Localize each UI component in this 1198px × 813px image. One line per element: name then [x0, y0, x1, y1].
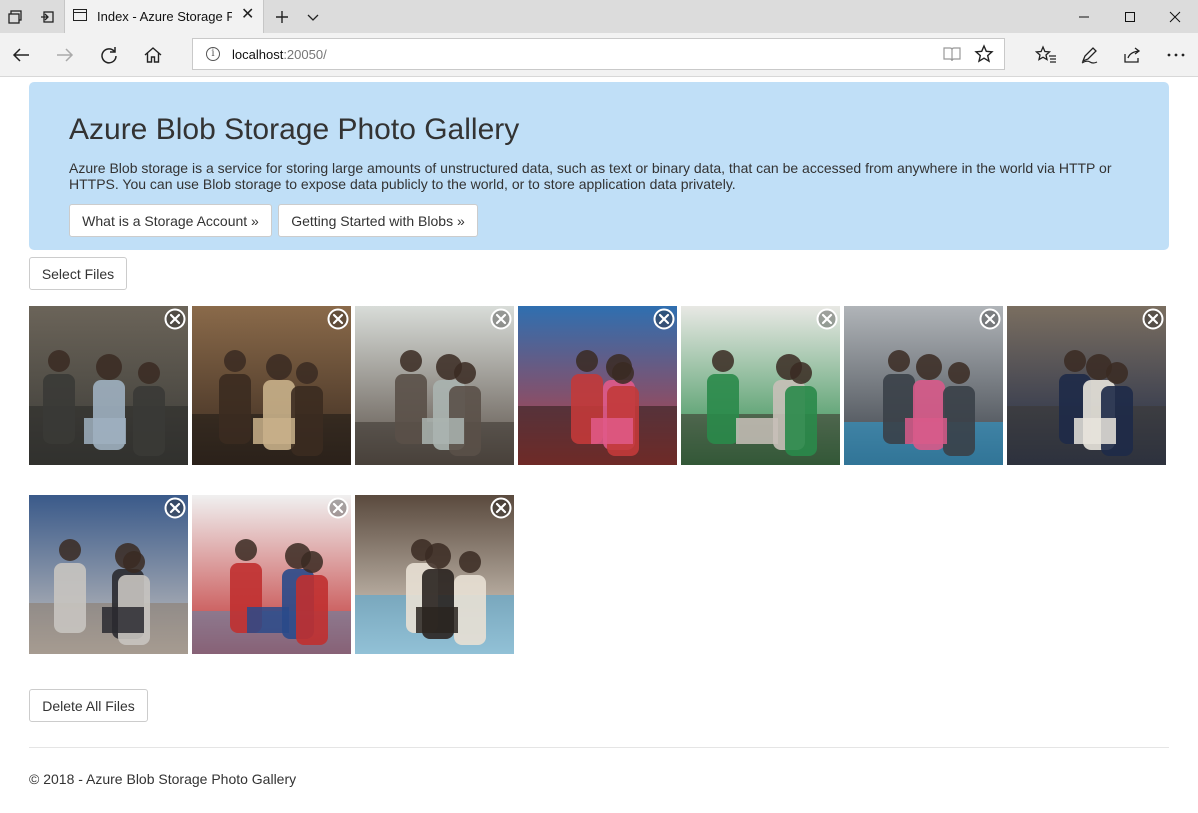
close-window-icon[interactable] [1152, 0, 1198, 33]
delete-all-files-button[interactable]: Delete All Files [29, 689, 148, 722]
gallery-photo[interactable] [844, 306, 1003, 465]
forward-icon[interactable] [49, 39, 81, 71]
maximize-icon[interactable] [1107, 0, 1153, 33]
minimize-icon[interactable] [1061, 0, 1107, 33]
gallery-photo[interactable] [518, 306, 677, 465]
tab-manager-icon[interactable] [0, 0, 30, 33]
share-icon[interactable] [1116, 39, 1148, 71]
gallery-photo[interactable] [1007, 306, 1166, 465]
page-icon [73, 9, 87, 21]
url-port: :20050/ [283, 47, 327, 62]
gallery-photo[interactable] [29, 495, 188, 654]
jumbotron: Azure Blob Storage Photo Gallery Azure B… [29, 82, 1169, 250]
delete-photo-icon[interactable] [1142, 308, 1164, 330]
delete-photo-icon[interactable] [816, 308, 838, 330]
photo-gallery [29, 306, 1169, 666]
footer-divider [29, 747, 1169, 748]
delete-photo-icon[interactable] [164, 308, 186, 330]
delete-photo-icon[interactable] [327, 497, 349, 519]
web-note-pen-icon[interactable] [1073, 39, 1105, 71]
delete-photo-icon[interactable] [653, 308, 675, 330]
home-icon[interactable] [137, 39, 169, 71]
chevron-down-icon[interactable] [298, 0, 328, 33]
url-host: localhost [232, 47, 284, 62]
delete-photo-icon[interactable] [979, 308, 1001, 330]
delete-photo-icon[interactable] [490, 308, 512, 330]
select-files-button[interactable]: Select Files [29, 257, 127, 290]
gallery-photo[interactable] [355, 306, 514, 465]
gallery-photo[interactable] [29, 306, 188, 465]
more-options-icon[interactable] [1160, 39, 1192, 71]
close-tab-icon[interactable]: ✕ [241, 7, 254, 23]
gallery-photo[interactable] [192, 495, 351, 654]
gallery-photo[interactable] [355, 495, 514, 654]
gallery-photo[interactable] [192, 306, 351, 465]
browser-titlebar: Index - Azure Storage P ✕ [0, 0, 1198, 33]
delete-photo-icon[interactable] [490, 497, 512, 519]
back-icon[interactable] [5, 39, 37, 71]
new-tab-icon[interactable] [267, 0, 297, 33]
delete-photo-icon[interactable] [327, 308, 349, 330]
footer-copyright: © 2018 - Azure Blob Storage Photo Galler… [29, 771, 297, 787]
address-bar[interactable]: i localhost:20050/ [192, 38, 1005, 70]
site-info-icon[interactable]: i [206, 47, 220, 61]
refresh-icon[interactable] [93, 39, 125, 71]
favorites-hub-icon[interactable] [1030, 39, 1062, 71]
delete-photo-icon[interactable] [164, 497, 186, 519]
page-content: Azure Blob Storage Photo Gallery Azure B… [0, 77, 1198, 813]
getting-started-link-button[interactable]: Getting Started with Blobs » [278, 204, 478, 237]
storage-account-link-button[interactable]: What is a Storage Account » [69, 204, 272, 237]
gallery-photo[interactable] [681, 306, 840, 465]
set-tabs-aside-icon[interactable] [32, 0, 62, 33]
reading-view-icon[interactable] [942, 45, 962, 68]
favorite-star-icon[interactable] [974, 44, 994, 69]
page-title: Azure Blob Storage Photo Gallery [69, 113, 520, 146]
tab-title: Index - Azure Storage P [97, 9, 232, 24]
browser-navbar: i localhost:20050/ [0, 33, 1198, 77]
page-description: Azure Blob storage is a service for stor… [69, 160, 1112, 192]
url-text[interactable]: localhost:20050/ [232, 47, 327, 62]
tab-active[interactable]: Index - Azure Storage P ✕ [64, 0, 264, 33]
